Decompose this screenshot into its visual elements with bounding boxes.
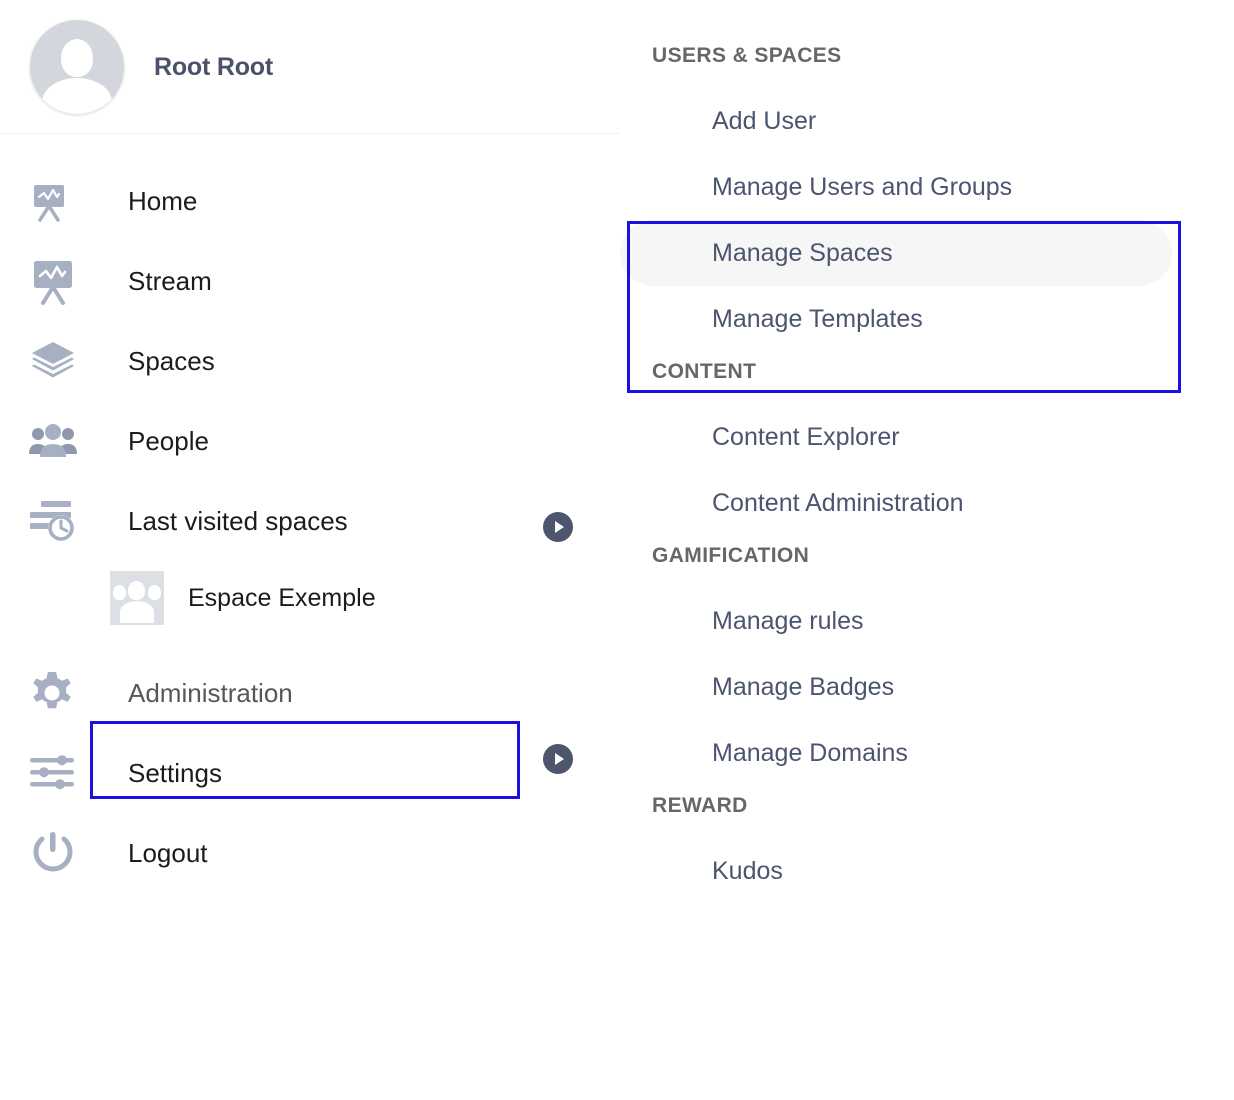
menu-item-content-administration[interactable]: Content Administration [620,470,1172,536]
gear-icon [28,669,80,717]
admin-navigation-screen: Root Root Home Stream Spaces People Last… [0,0,1234,1100]
sidebar-item-label: Settings [128,757,222,788]
menu-item-content-explorer[interactable]: Content Explorer [620,404,1172,470]
sidebar-item-settings[interactable]: Settings [0,733,620,813]
sidebar-item-label: Logout [128,837,208,868]
sidebar-item-home[interactable]: Home [0,161,620,241]
stream-board-icon [28,180,80,222]
chevron-right-circle-icon[interactable] [543,744,573,774]
sidebar-item-spaces[interactable]: Spaces [0,321,620,401]
menu-item-manage-rules[interactable]: Manage rules [620,588,1172,654]
menu-item-add-user[interactable]: Add User [620,88,1172,154]
administration-menu-panel: USERS & SPACES Add User Manage Users and… [620,0,1234,1100]
stream-board-icon [28,256,80,306]
sidebar-item-label: People [128,425,209,456]
sidebar-item-label: Last visited spaces [128,505,348,536]
menu-item-manage-users-and-groups[interactable]: Manage Users and Groups [620,154,1172,220]
menu-item-manage-templates[interactable]: Manage Templates [620,286,1172,352]
sidebar-item-label: Spaces [128,345,215,376]
menu-item-manage-badges[interactable]: Manage Badges [620,654,1172,720]
power-icon [28,828,80,878]
space-item-label: Espace Exemple [188,583,376,612]
left-sidebar: Root Root Home Stream Spaces People Last… [0,0,620,1100]
layers-icon [28,336,80,386]
recent-clock-icon [28,497,80,545]
chevron-right-circle-icon[interactable] [543,512,573,542]
sidebar-item-logout[interactable]: Logout [0,813,620,893]
header-divider [0,133,620,134]
section-header-reward: REWARD [652,794,748,817]
menu-item-kudos[interactable]: Kudos [620,838,1172,904]
user-profile-header[interactable]: Root Root [0,0,620,134]
section-header-users-spaces: USERS & SPACES [652,44,842,67]
profile-name: Root Root [154,52,273,81]
sidebar-item-label: Stream [128,265,212,296]
menu-item-manage-domains[interactable]: Manage Domains [620,720,1172,786]
menu-item-manage-spaces[interactable]: Manage Spaces [620,220,1172,286]
space-group-avatar-icon [110,571,164,625]
sidebar-item-stream[interactable]: Stream [0,241,620,321]
sidebar-item-people[interactable]: People [0,401,620,481]
people-group-icon [28,421,80,461]
sidebar-nav: Home Stream Spaces People Last visited s… [0,134,620,893]
section-header-gamification: GAMIFICATION [652,544,810,567]
space-item-espace-exemple[interactable]: Espace Exemple [0,561,620,635]
section-header-content: CONTENT [652,360,757,383]
sliders-icon [28,753,80,793]
user-avatar-icon [30,20,124,114]
sidebar-item-label: Administration [128,677,293,708]
sidebar-item-label: Home [128,185,198,216]
sidebar-item-administration[interactable]: Administration [0,653,620,733]
sidebar-item-last-visited-spaces[interactable]: Last visited spaces [0,481,620,561]
